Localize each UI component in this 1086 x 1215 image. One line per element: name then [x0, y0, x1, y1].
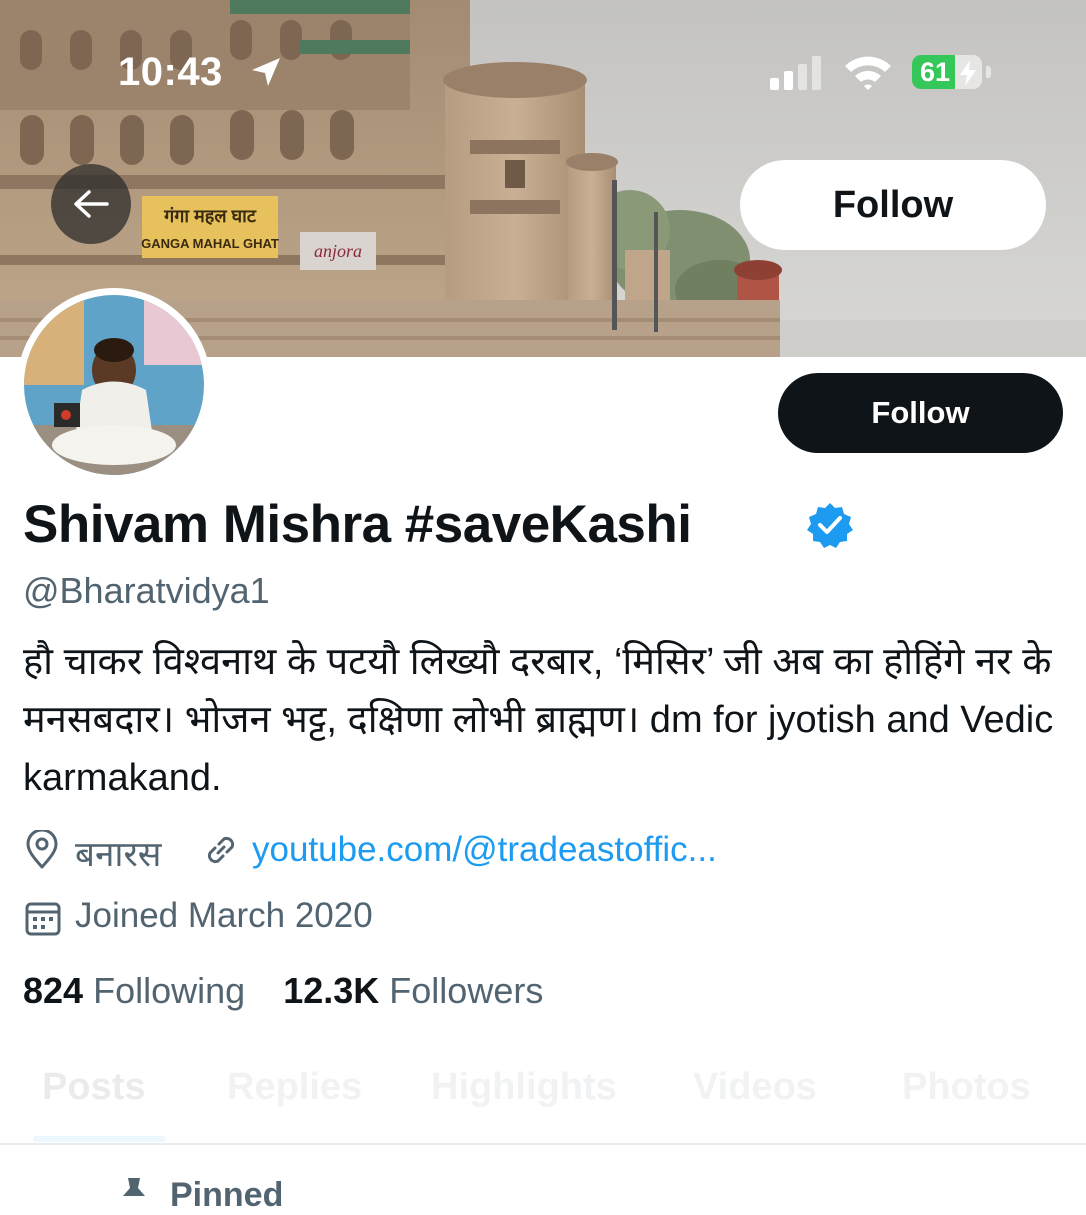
- location-arrow-icon: [248, 54, 284, 95]
- verified-badge-icon[interactable]: [806, 501, 854, 554]
- tab-photos[interactable]: Photos: [902, 1066, 1031, 1109]
- followers-link[interactable]: 12.3K Followers: [283, 970, 543, 1011]
- tabs-divider: [0, 1143, 1086, 1145]
- battery-cap: [986, 66, 991, 78]
- follow-button[interactable]: Follow: [778, 373, 1063, 453]
- shop-sign: anjora: [314, 241, 362, 261]
- tab-highlights[interactable]: Highlights: [431, 1066, 617, 1109]
- back-button[interactable]: [51, 164, 131, 244]
- battery-level: 61: [920, 57, 951, 87]
- active-tab-indicator: [33, 1136, 166, 1142]
- wifi-icon: [842, 52, 894, 97]
- cellular-signal-icon: [770, 56, 826, 95]
- avatar[interactable]: [17, 288, 211, 482]
- followers-label: Followers: [389, 970, 544, 1011]
- tab-posts[interactable]: Posts: [42, 1066, 145, 1109]
- link-icon: [201, 830, 241, 875]
- follow-stats: 824 Following 12.3K Followers: [23, 970, 543, 1012]
- ghat-sign-hindi: गंगा महल घाट: [163, 206, 257, 226]
- location-text: बनारस: [75, 835, 162, 874]
- following-count: 824: [23, 970, 84, 1011]
- pin-icon: [118, 1176, 150, 1211]
- battery-indicator: 61: [912, 55, 982, 89]
- bio: हौ चाकर विश्वनाथ के पटयौ लिख्यौ दरबार, ‘…: [23, 641, 1054, 799]
- pinned-label: Pinned: [170, 1176, 284, 1214]
- bolt-icon: [958, 60, 978, 91]
- followers-count: 12.3K: [283, 970, 380, 1011]
- profile-tabs: Posts Replies Highlights Videos Photos: [0, 1060, 1086, 1144]
- calendar-icon: [23, 898, 63, 943]
- arrow-left-icon: [73, 189, 109, 219]
- avatar-image: [24, 295, 204, 475]
- display-name: Shivam Mishra #saveKashi: [23, 495, 692, 554]
- follow-button-header[interactable]: Follow: [740, 160, 1046, 250]
- location-pin-icon: [23, 828, 61, 875]
- joined-date: Joined March 2020: [75, 896, 373, 935]
- following-link[interactable]: 824 Following: [23, 970, 245, 1011]
- website-link[interactable]: youtube.com/@tradeastoffic...: [252, 830, 717, 870]
- following-label: Following: [93, 970, 246, 1011]
- user-handle: @Bharatvidya1: [23, 570, 270, 611]
- tab-videos[interactable]: Videos: [693, 1066, 817, 1109]
- tab-replies[interactable]: Replies: [227, 1066, 362, 1109]
- ghat-sign-english: GANGA MAHAL GHAT: [141, 236, 279, 251]
- status-time: 10:43: [118, 50, 223, 94]
